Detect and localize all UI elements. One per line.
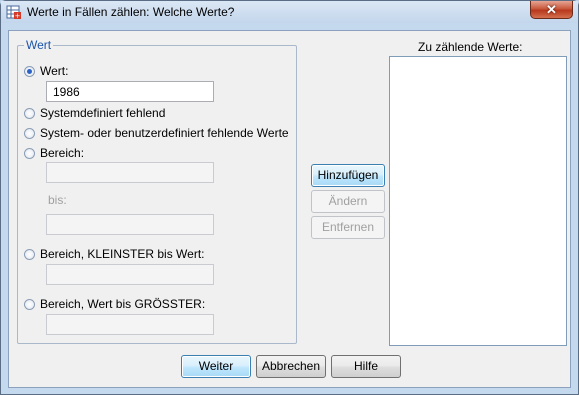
dialog-window: + Werte in Fällen zählen: Welche Werte? … <box>0 0 579 395</box>
app-icon: + <box>6 5 21 20</box>
radio-value-to-highest[interactable] <box>24 299 35 310</box>
label-range: Bereich: <box>40 146 85 160</box>
continue-button[interactable]: Weiter <box>181 355 251 378</box>
radio-sysuser-missing[interactable] <box>24 128 35 139</box>
close-button[interactable]: ✕ <box>530 1 573 19</box>
range-from-input[interactable] <box>46 162 214 183</box>
value-input[interactable] <box>46 81 214 102</box>
list-header: Zu zählende Werte: <box>418 40 523 54</box>
group-legend: Wert <box>24 38 54 52</box>
lowest-to-value-input[interactable] <box>46 264 214 285</box>
range-to-input[interactable] <box>46 214 214 235</box>
change-button[interactable]: Ändern <box>311 190 385 213</box>
radio-range[interactable] <box>24 148 35 159</box>
value-to-highest-input[interactable] <box>46 314 214 335</box>
values-to-count-list[interactable] <box>389 56 567 346</box>
radio-value[interactable] <box>24 66 35 77</box>
label-to: bis: <box>48 193 67 207</box>
radio-sysmis[interactable] <box>24 108 35 119</box>
close-icon: ✕ <box>546 2 557 17</box>
cancel-button[interactable]: Abbrechen <box>256 355 326 378</box>
label-value: Wert: <box>40 64 69 78</box>
label-sysmis: Systemdefiniert fehlend <box>40 106 166 120</box>
label-lowest-to-value: Bereich, KLEINSTER bis Wert: <box>40 247 205 261</box>
radio-lowest-to-value[interactable] <box>24 249 35 260</box>
add-button[interactable]: Hinzufügen <box>311 164 385 187</box>
value-groupbox: Wert Wert: Systemdefiniert fehlend Syste… <box>17 38 297 344</box>
remove-button[interactable]: Entfernen <box>311 216 385 239</box>
window-title: Werte in Fällen zählen: Welche Werte? <box>27 5 235 19</box>
help-button[interactable]: Hilfe <box>331 355 401 378</box>
label-value-to-highest: Bereich, Wert bis GRÖSSTER: <box>40 297 206 311</box>
label-sysuser-missing: System- oder benutzerdefiniert fehlende … <box>40 126 289 140</box>
dialog-body: Wert Wert: Systemdefiniert fehlend Syste… <box>8 30 571 388</box>
svg-text:+: + <box>15 12 21 20</box>
title-bar[interactable]: + Werte in Fällen zählen: Welche Werte? … <box>1 1 578 23</box>
